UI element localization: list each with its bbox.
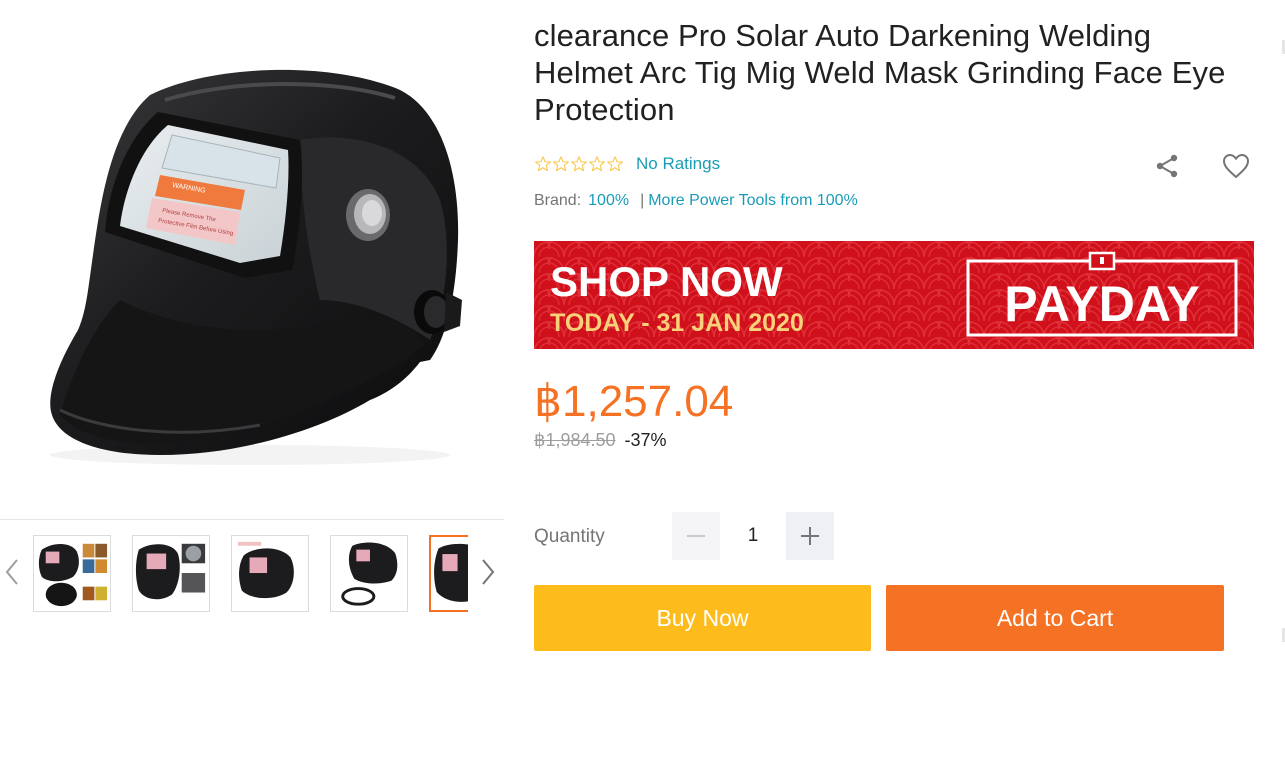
star-outline-icon xyxy=(589,156,605,172)
banner-headline: SHOP NOW xyxy=(550,258,783,305)
star-outline-icon xyxy=(571,156,587,172)
brand-link[interactable]: 100% xyxy=(588,192,629,210)
main-product-image[interactable]: WARNING Please Remove The Protective Fil… xyxy=(0,0,504,505)
thumbnail-4[interactable] xyxy=(330,535,408,612)
minus-icon[interactable] xyxy=(672,512,720,560)
original-price-row: ฿1,984.50 -37% xyxy=(534,429,667,451)
product-title: clearance Pro Solar Auto Darkening Weldi… xyxy=(534,18,1226,127)
helmet-thumbnail-image xyxy=(133,536,209,611)
more-from-brand-link[interactable]: More Power Tools from 100% xyxy=(648,192,858,210)
brand-separator: | xyxy=(640,192,645,209)
chevron-left-icon[interactable] xyxy=(0,550,24,594)
quantity-stepper: Quantity xyxy=(534,512,934,561)
star-outline-icon xyxy=(535,156,551,172)
thumbnail-1[interactable] xyxy=(33,535,111,612)
current-price: ฿1,257.04 xyxy=(534,377,734,426)
chevron-right-icon[interactable] xyxy=(476,550,500,594)
thumbnail-5[interactable] xyxy=(429,535,468,612)
quantity-input[interactable] xyxy=(722,512,784,560)
thumbnail-strip xyxy=(0,528,504,618)
helmet-thumbnail-image xyxy=(331,536,407,611)
brand-row: Brand: 100% | More Power Tools from 100% xyxy=(534,192,858,210)
buy-now-button[interactable]: Buy Now xyxy=(534,585,871,651)
rating-row: No Ratings xyxy=(534,152,720,176)
thumbnail-viewport xyxy=(30,533,468,613)
heart-icon[interactable] xyxy=(1220,150,1252,182)
plus-icon[interactable] xyxy=(786,512,834,560)
banner-dates: TODAY - 31 JAN 2020 xyxy=(550,309,804,337)
payday-banner[interactable]: SHOP NOW TODAY - 31 JAN 2020 PAYDAY xyxy=(534,241,1254,349)
quantity-label: Quantity xyxy=(534,526,605,547)
banner-campaign: PAYDAY xyxy=(1004,276,1199,332)
share-icon[interactable] xyxy=(1152,150,1182,182)
brand-label: Brand: xyxy=(534,192,582,209)
thumbnail-3[interactable] xyxy=(231,535,309,612)
ratings-link[interactable]: No Ratings xyxy=(636,154,720,174)
discount-badge: -37% xyxy=(624,430,667,450)
thumbnail-2[interactable] xyxy=(132,535,210,612)
gallery-divider xyxy=(0,519,504,520)
welding-helmet-image: WARNING Please Remove The Protective Fil… xyxy=(50,69,462,465)
star-outline-icon xyxy=(553,156,569,172)
add-to-cart-button[interactable]: Add to Cart xyxy=(886,585,1224,651)
helmet-thumbnail-image xyxy=(431,537,468,610)
helmet-thumbnail-image xyxy=(232,536,308,611)
original-price: ฿1,984.50 xyxy=(534,430,616,450)
star-outline-icon xyxy=(607,156,623,172)
helmet-thumbnail-image xyxy=(34,536,110,611)
product-gallery: WARNING Please Remove The Protective Fil… xyxy=(0,0,504,774)
rating-stars xyxy=(534,155,624,173)
